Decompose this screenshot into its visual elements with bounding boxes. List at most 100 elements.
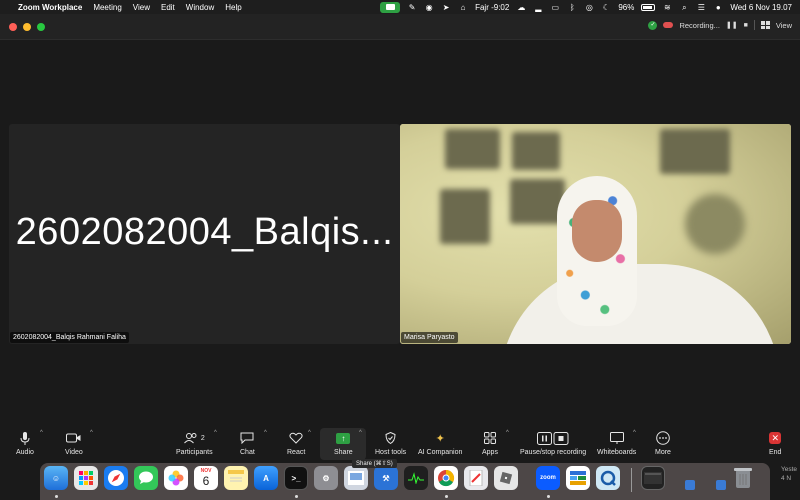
apps-options-caret[interactable]: ^ (506, 430, 509, 436)
participant-tile-marisa[interactable]: Marisa Paryasto (400, 124, 791, 344)
peek-line-2: 4 N (781, 475, 792, 482)
cloud-icon[interactable]: ☁ (516, 3, 526, 12)
share-button[interactable]: ↑ Share (334, 430, 353, 456)
microsoft-teams-icon[interactable] (566, 466, 590, 490)
dock-separator (631, 468, 632, 492)
react-options-caret[interactable]: ^ (308, 430, 311, 436)
running-indicator (295, 495, 298, 498)
safari-icon[interactable] (104, 466, 128, 490)
apps-label: Apps (482, 449, 498, 456)
calendar-icon[interactable]: NOV 6 (194, 466, 218, 490)
whiteboards-label: Whiteboards (597, 449, 637, 456)
more-button[interactable]: More (655, 430, 671, 456)
menu-app-name[interactable]: Zoom Workplace (18, 3, 82, 12)
wall-frame (445, 129, 500, 169)
pause-stop-recording-label: Pause/stop recording (520, 449, 587, 456)
grid-view-icon[interactable] (760, 21, 770, 29)
chat-button[interactable]: Chat (240, 430, 255, 456)
audio-button[interactable]: Audio (16, 430, 34, 456)
chat-icon (240, 430, 254, 446)
participant-tile-balqis[interactable]: 2602082004_Balqis... 2602082004_Balqis R… (9, 124, 400, 344)
ai-companion-button[interactable]: ✦ AI Companion (418, 430, 463, 457)
clock[interactable]: Wed 6 Nov 19.07 (730, 3, 792, 12)
terminal-icon[interactable]: >_ (284, 466, 308, 490)
end-meeting-button[interactable]: ✕ End (769, 430, 781, 456)
trash-icon[interactable] (731, 466, 755, 490)
ai-companion-label: AI Companion (418, 449, 463, 456)
pause-stop-recording-button[interactable]: Pause/stop recording (520, 430, 586, 456)
whiteboards-button[interactable]: Whiteboards (597, 430, 636, 456)
participants-options-caret[interactable]: ^ (214, 430, 217, 436)
bars-icon[interactable]: ▂ (533, 3, 543, 12)
desktop-peek-text: Yeste 4 N (781, 465, 797, 483)
more-icon (656, 430, 670, 446)
wifi-icon[interactable]: ≋ (662, 3, 672, 12)
extension-icon[interactable]: ◉ (424, 3, 434, 12)
pause-stop-icon (537, 430, 569, 446)
end-icon: ✕ (769, 432, 782, 444)
menu-meeting[interactable]: Meeting (93, 3, 121, 12)
minimized-window-icon[interactable] (716, 480, 726, 490)
control-center-icon[interactable]: ☰ (696, 3, 706, 12)
system-settings-icon[interactable]: ⚙ (314, 466, 338, 490)
view-button[interactable]: View (776, 21, 792, 30)
participants-count: 2 (200, 434, 205, 442)
pen-icon[interactable]: ✎ (407, 3, 417, 12)
host-tools-button[interactable]: Host tools (375, 430, 406, 456)
moon-icon[interactable]: ☾ (601, 3, 611, 12)
close-window-button[interactable] (9, 23, 17, 31)
keyboard-icon[interactable]: ▭ (550, 3, 560, 12)
app-store-icon[interactable]: A (254, 466, 278, 490)
menu-edit[interactable]: Edit (161, 3, 175, 12)
recent-window-icon[interactable] (641, 466, 665, 490)
battery-icon[interactable] (641, 3, 656, 11)
menu-view[interactable]: View (133, 3, 150, 12)
messages-icon[interactable] (134, 466, 158, 490)
pdf-app-icon[interactable] (464, 466, 488, 490)
participant-name-tag: Marisa Paryasto (401, 332, 458, 343)
participant-display-name: 2602082004_Balqis... (15, 211, 394, 253)
siri-icon[interactable]: ● (713, 3, 723, 12)
menu-window[interactable]: Window (186, 3, 214, 12)
chat-options-caret[interactable]: ^ (264, 430, 267, 436)
xcode-icon[interactable]: ⚒ (374, 466, 398, 490)
apps-icon (483, 430, 496, 446)
play-icon[interactable]: ◎ (584, 3, 594, 12)
minimize-window-button[interactable] (23, 23, 31, 31)
preview-icon[interactable] (344, 466, 368, 490)
wall-frame (512, 132, 560, 170)
react-button[interactable]: React (287, 430, 305, 456)
photos-icon[interactable] (164, 466, 188, 490)
participants-button[interactable]: 2 Participants (176, 430, 213, 456)
share-options-caret[interactable]: ^ (359, 430, 362, 436)
zoom-app-label: zoom (540, 475, 556, 481)
chrome-icon[interactable] (434, 466, 458, 490)
pause-recording-button[interactable]: ❚❚ (726, 21, 738, 29)
video-button[interactable]: Video (65, 430, 83, 456)
recording-area: ✓ Recording... ❚❚ ■ View (648, 20, 792, 30)
zoom-status-icon[interactable] (380, 1, 401, 13)
apps-button[interactable]: Apps (482, 430, 498, 456)
location-icon[interactable]: ➤ (441, 3, 451, 12)
whiteboards-options-caret[interactable]: ^ (633, 430, 636, 436)
finder-icon[interactable]: ☺ (44, 466, 68, 490)
share-label: Share (334, 449, 353, 456)
menu-help[interactable]: Help (225, 3, 241, 12)
audio-options-caret[interactable]: ^ (40, 430, 43, 436)
host-tools-label: Host tools (375, 449, 407, 456)
notes-icon[interactable] (224, 466, 248, 490)
stop-recording-button[interactable]: ■ (744, 22, 748, 29)
launchpad-icon[interactable] (74, 466, 98, 490)
shield-icon[interactable]: ✓ (648, 20, 658, 30)
share-tooltip: Share (⌘⇧S) (352, 459, 397, 468)
activity-monitor-icon[interactable] (404, 466, 428, 490)
roblox-icon[interactable] (494, 466, 518, 490)
zoom-window-button[interactable] (37, 23, 45, 31)
video-options-caret[interactable]: ^ (90, 430, 93, 436)
minimized-window-icon[interactable] (685, 480, 695, 490)
zoom-app-icon[interactable]: zoom (536, 466, 560, 490)
spotlight-search-icon[interactable]: ⌕ (679, 3, 689, 12)
prayer-time[interactable]: Fajr -9:02 (475, 3, 509, 12)
quicktime-icon[interactable] (596, 466, 620, 490)
bluetooth-icon[interactable]: ᛒ (567, 3, 577, 12)
